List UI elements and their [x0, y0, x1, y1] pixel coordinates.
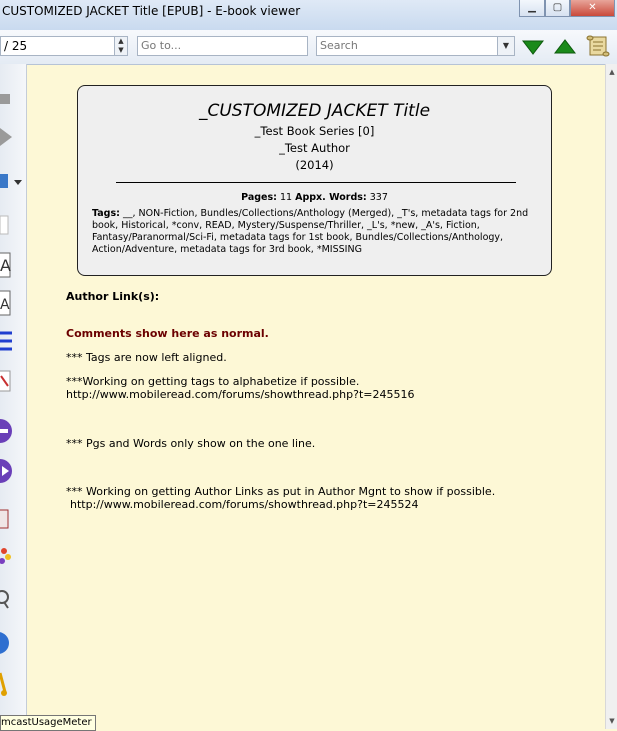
title-bar: CUSTOMIZED JACKET Title [EPUB] - E-book …: [0, 0, 617, 31]
book-jacket: _CUSTOMIZED JACKET Title _Test Book Seri…: [77, 85, 552, 276]
jacket-pages-words: Pages: 11 Appx. Words: 337: [78, 192, 551, 203]
author-links-label: Author Link(s):: [66, 290, 160, 303]
jacket-series: _Test Book Series [0]: [254, 124, 375, 138]
jacket-year: (2014): [295, 158, 334, 172]
search-placeholder: Search: [320, 39, 358, 52]
pages-label: Pages:: [241, 192, 277, 203]
scroll-up-icon[interactable]: ▲: [606, 66, 617, 78]
full-screen-icon[interactable]: [0, 368, 26, 394]
font-larger-icon[interactable]: A: [0, 252, 26, 278]
pages-value: 11: [279, 192, 293, 203]
toolbar: / 25 ▲ ▼ Go to... Search ▼: [0, 30, 617, 65]
forward-icon[interactable]: [0, 124, 26, 150]
find-icon[interactable]: [0, 586, 26, 612]
left-toolbar: A A: [0, 64, 27, 729]
find-previous-icon[interactable]: [554, 39, 576, 55]
words-value: 337: [369, 192, 388, 203]
comment-line-3: *** Pgs and Words only show on the one l…: [66, 437, 316, 450]
search-dropdown-icon[interactable]: ▼: [497, 37, 514, 55]
open-ebook-icon[interactable]: [0, 168, 26, 194]
table-of-contents-icon[interactable]: [0, 328, 26, 354]
svg-text:A: A: [0, 297, 10, 313]
maximize-button[interactable]: ▢: [545, 0, 570, 17]
page-number-value: / 25: [4, 39, 28, 53]
svg-text:A: A: [0, 256, 11, 275]
next-page-icon[interactable]: [0, 458, 26, 484]
bookmark-icon[interactable]: [0, 506, 26, 532]
comments-heading: Comments show here as normal.: [66, 327, 269, 340]
preferences-icon[interactable]: [0, 542, 26, 568]
find-next-icon[interactable]: [522, 39, 544, 55]
jacket-title: _CUSTOMIZED JACKET Title: [198, 101, 431, 121]
window-title: CUSTOMIZED JACKET Title [EPUB] - E-book …: [2, 4, 301, 18]
page-spinner[interactable]: ▲ ▼: [114, 37, 127, 55]
comment-link-2[interactable]: http://www.mobileread.com/forums/showthr…: [70, 498, 418, 511]
previous-page-icon[interactable]: [0, 418, 26, 444]
search-input[interactable]: Search ▼: [316, 36, 515, 56]
jacket-tags: Tags: __, NON-Fiction, Bundles/Collectio…: [92, 208, 542, 256]
reference-mode-icon[interactable]: [584, 32, 612, 60]
print-icon[interactable]: [0, 630, 26, 656]
tags-value: __, NON-Fiction, Bundles/Collections/Ant…: [92, 208, 529, 255]
tags-label: Tags:: [92, 208, 120, 219]
comment-line-1: *** Tags are now left aligned.: [66, 351, 227, 364]
copy-icon[interactable]: [0, 212, 26, 238]
scroll-down-icon[interactable]: ▼: [606, 715, 617, 727]
comment-line-4: *** Working on getting Author Links as p…: [66, 485, 496, 498]
font-smaller-icon[interactable]: A: [0, 290, 26, 316]
goto-input[interactable]: Go to...: [137, 36, 308, 56]
vertical-scrollbar[interactable]: ▲ ▼: [605, 64, 617, 729]
jacket-author: _Test Author: [279, 141, 350, 155]
comment-link-1[interactable]: http://www.mobileread.com/forums/showthr…: [66, 388, 414, 401]
words-label: Appx. Words:: [295, 192, 367, 203]
page-number-input[interactable]: / 25 ▲ ▼: [0, 36, 128, 56]
back-icon[interactable]: [0, 86, 26, 112]
jacket-divider: [116, 182, 516, 183]
lookup-word-icon[interactable]: [0, 670, 26, 696]
close-button[interactable]: ✕: [570, 0, 615, 17]
comment-line-2: ***Working on getting tags to alphabetiz…: [66, 375, 360, 388]
minimize-button[interactable]: ▁: [519, 0, 545, 17]
